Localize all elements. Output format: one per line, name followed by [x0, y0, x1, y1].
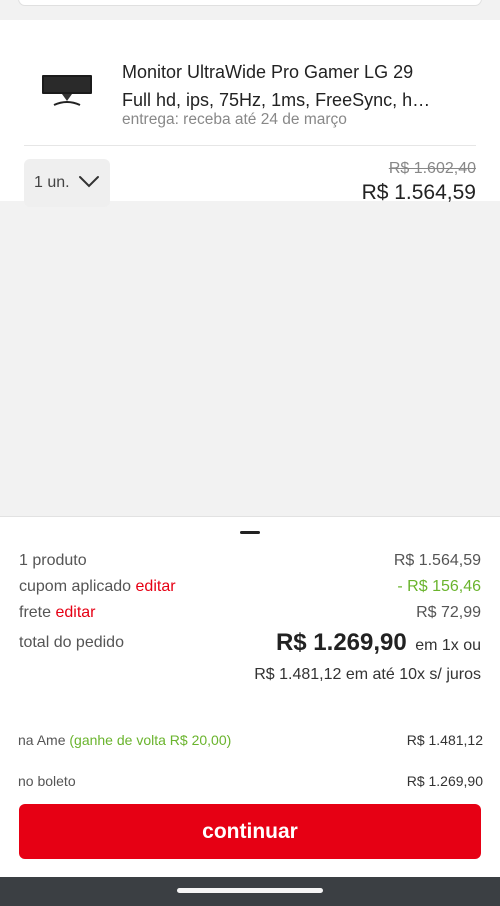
payment-ame-value: R$ 1.481,12	[406, 732, 483, 748]
coupon-label-wrap: cupom aplicado editar	[19, 578, 176, 596]
previous-card-edge	[18, 0, 482, 6]
edit-coupon-link[interactable]: editar	[136, 578, 176, 595]
product-title-line-2: Full hd, ips, 75Hz, 1ms, FreeSync, h…	[122, 90, 431, 110]
quantity-value: 1 un.	[34, 174, 70, 191]
coupon-label: cupom aplicado	[19, 578, 132, 595]
original-price: R$ 1.602,40	[388, 160, 476, 177]
order-summary-sheet: 1 produto R$ 1.564,59 cupom aplicado edi…	[0, 516, 500, 877]
current-price: R$ 1.564,59	[361, 181, 476, 204]
cart-item-card: Monitor UltraWide Pro Gamer LG 29 Full h…	[0, 20, 500, 207]
payment-boleto-label: no boleto	[18, 773, 76, 789]
total-value: R$ 1.269,90	[275, 629, 407, 656]
divider	[24, 145, 476, 146]
total-value-wrap: R$ 1.269,90 em 1x ou	[276, 629, 481, 657]
product-title[interactable]: Monitor UltraWide Pro Gamer LG 29 Full h…	[122, 58, 482, 114]
ame-label-wrap: na Ame (ganhe de volta R$ 20,00)	[18, 732, 231, 748]
edit-shipping-link[interactable]: editar	[55, 604, 95, 621]
product-thumbnail[interactable]	[40, 72, 94, 108]
system-navigation-bar	[0, 877, 500, 906]
products-value: R$ 1.564,59	[393, 552, 481, 569]
home-indicator[interactable]	[177, 888, 323, 893]
payment-ame-cashback: (ganhe de volta R$ 20,00)	[69, 732, 232, 748]
product-title-line-1: Monitor UltraWide Pro Gamer LG 29	[122, 62, 414, 82]
payment-boleto-value: R$ 1.269,90	[406, 773, 483, 789]
quantity-select[interactable]: 1 un.	[24, 159, 110, 207]
shipping-label: frete	[19, 604, 52, 621]
continue-button[interactable]: continuar	[19, 804, 481, 859]
coupon-discount-value: - R$ 156,46	[397, 578, 481, 595]
top-strip	[0, 0, 500, 20]
sheet-drag-handle[interactable]	[240, 531, 260, 534]
installments-text: R$ 1.481,12 em até 10x s/ juros	[254, 666, 481, 683]
total-label: total do pedido	[19, 634, 124, 651]
shipping-label-wrap: frete editar	[19, 604, 96, 622]
shipping-value: R$ 72,99	[416, 604, 481, 621]
delivery-estimate: entrega: receba até 24 de março	[122, 111, 347, 128]
products-label: 1 produto	[19, 552, 87, 569]
total-suffix: em 1x ou	[415, 637, 481, 654]
payment-ame-label: na Ame	[18, 732, 66, 748]
ultrawide-monitor-icon	[42, 75, 92, 106]
chevron-down-icon	[79, 176, 99, 188]
